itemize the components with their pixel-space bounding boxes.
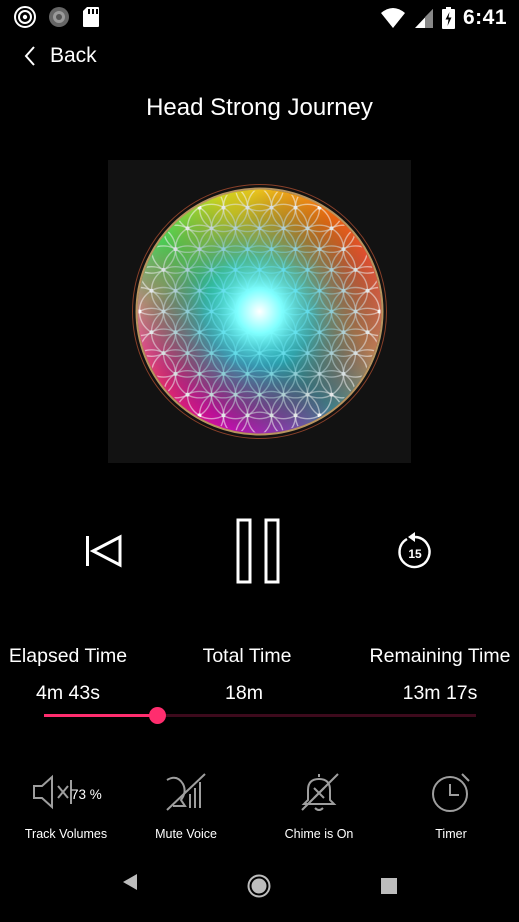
flower-of-life-artwork xyxy=(132,184,387,439)
timer-button[interactable]: Timer xyxy=(416,770,486,841)
timer-label: Timer xyxy=(435,827,467,841)
pause-button[interactable] xyxy=(236,518,282,589)
globe-app-icon xyxy=(49,7,69,27)
remaining-time-label: Remaining Time xyxy=(369,645,511,667)
nav-home-button[interactable] xyxy=(247,874,271,903)
nav-home-icon xyxy=(247,874,271,898)
mute-voice-icon xyxy=(166,773,206,811)
remaining-time-value: 13m 17s xyxy=(402,682,478,704)
bell-off-icon xyxy=(301,773,339,811)
total-time-value: 18m xyxy=(225,682,263,704)
mute-voice-button[interactable]: Mute Voice xyxy=(146,770,226,841)
mute-voice-label: Mute Voice xyxy=(155,827,217,841)
back-label: Back xyxy=(50,44,97,67)
elapsed-time-label: Elapsed Time xyxy=(8,645,128,667)
wifi-icon xyxy=(380,8,405,28)
page-title: Head Strong Journey xyxy=(146,94,373,121)
elapsed-time: Elapsed Time 4m 43s xyxy=(0,645,136,705)
nav-recents-button[interactable] xyxy=(380,877,398,900)
skip-previous-icon xyxy=(86,534,122,568)
back-button[interactable]: Back xyxy=(24,44,97,68)
chevron-left-icon xyxy=(24,46,35,66)
total-time-label: Total Time xyxy=(202,645,292,667)
progress-slider[interactable] xyxy=(44,707,476,724)
elapsed-time-value: 4m 43s xyxy=(36,682,100,704)
progress-thumb[interactable] xyxy=(148,707,166,724)
replay-seconds-label: 15 xyxy=(408,547,422,561)
album-artwork xyxy=(108,160,411,463)
previous-button[interactable] xyxy=(84,534,124,573)
replay-15-button[interactable]: 15 xyxy=(397,532,433,575)
replay-15-icon: 15 xyxy=(398,532,431,569)
clock-time: 6:41 xyxy=(462,6,507,29)
clock-icon xyxy=(432,773,470,812)
nav-recents-icon xyxy=(381,878,397,894)
volume-muted-icon xyxy=(33,774,72,810)
progress-fill xyxy=(44,714,158,717)
remaining-time: Remaining Time 13m 17s xyxy=(362,645,518,705)
pause-icon xyxy=(236,518,280,584)
status-bar: 6:41 xyxy=(0,0,519,36)
track-volumes-button[interactable]: Track Volumes xyxy=(14,770,118,841)
spiral-app-icon xyxy=(14,6,36,28)
battery-charging-icon xyxy=(441,7,455,29)
chime-button[interactable]: Chime is On xyxy=(276,770,362,841)
sd-card-icon xyxy=(83,7,99,27)
total-time: Total Time 18m xyxy=(182,645,312,705)
nav-back-icon xyxy=(123,874,137,890)
nav-back-button[interactable] xyxy=(120,872,140,897)
chime-label: Chime is On xyxy=(284,827,354,841)
volume-percent: 73 % xyxy=(71,787,102,802)
cell-signal-icon xyxy=(414,9,433,28)
track-volumes-label: Track Volumes xyxy=(24,827,108,841)
